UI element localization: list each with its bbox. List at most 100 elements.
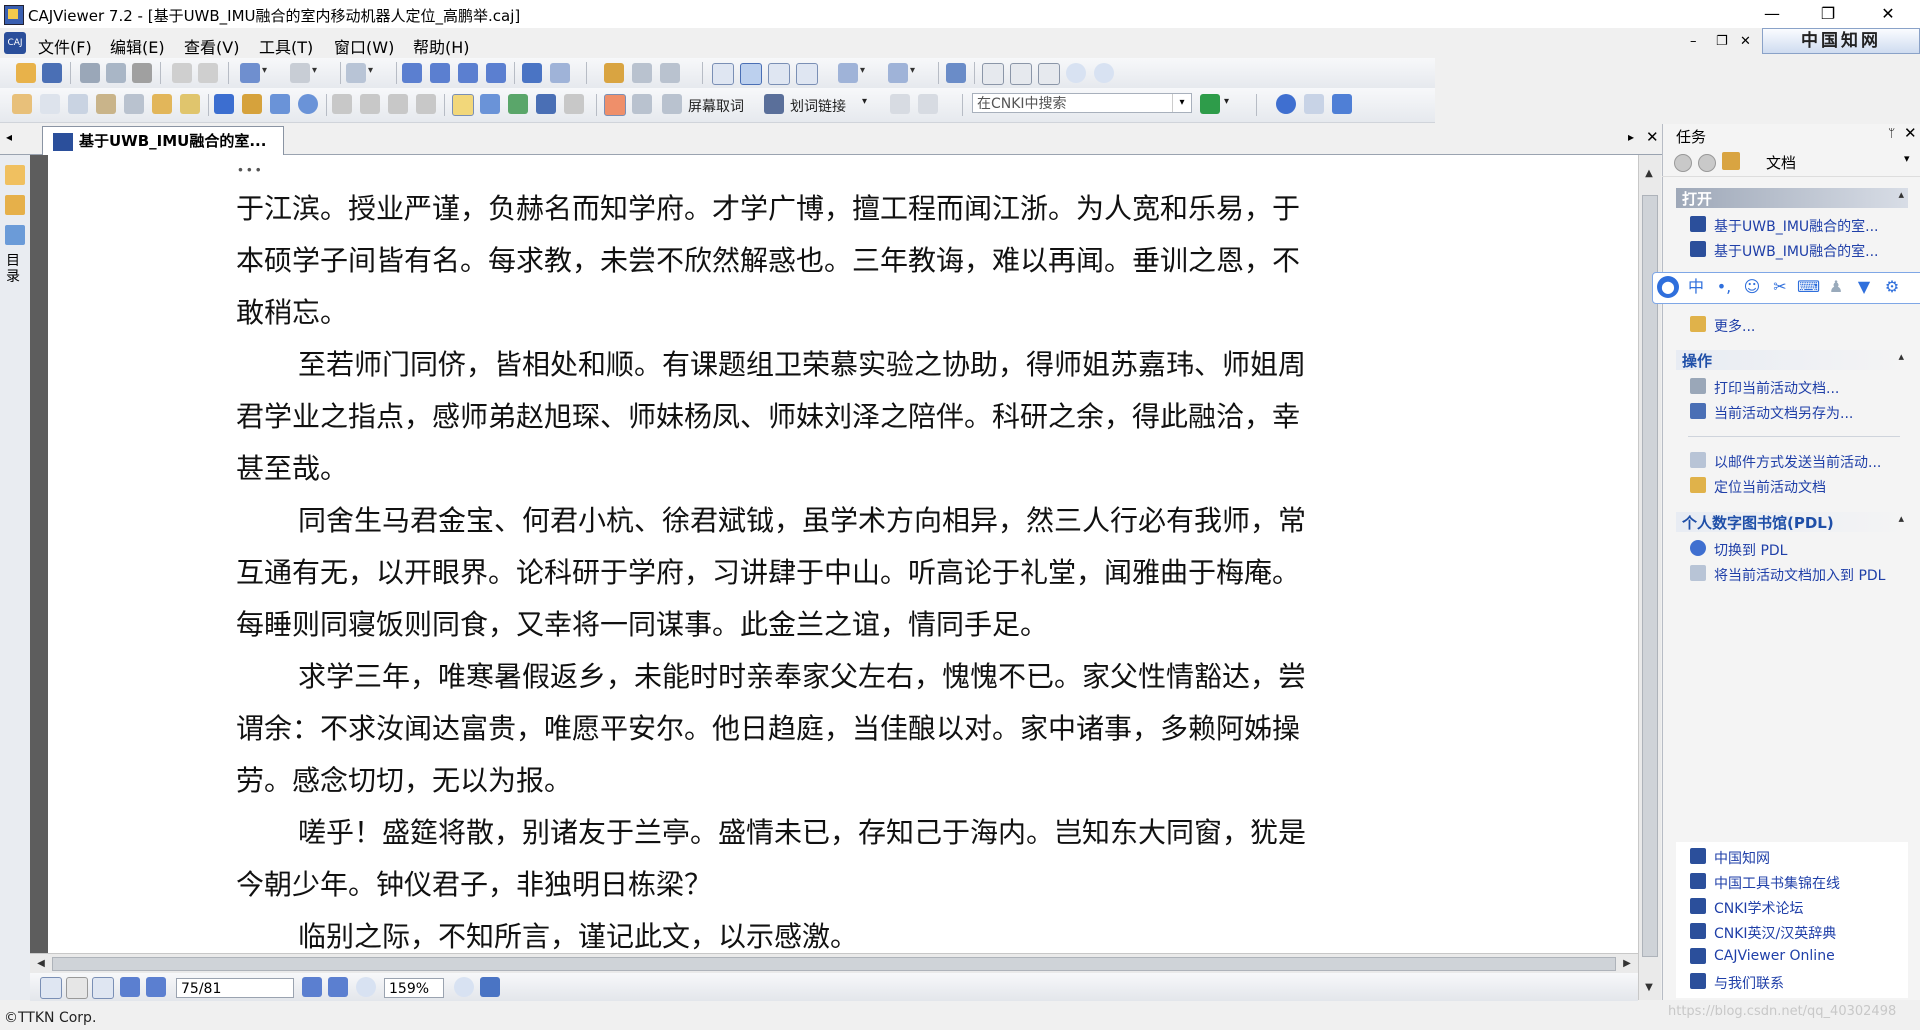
task-pane-close-button[interactable]: ✕ [1904, 124, 1917, 142]
rotate-icon[interactable] [838, 63, 865, 83]
copy-icon[interactable] [172, 63, 192, 83]
scroll-down-icon[interactable]: ▼ [1640, 979, 1658, 997]
cajviewer-online-link[interactable]: CAJViewer Online [1714, 948, 1835, 964]
sound-tool-icon[interactable] [416, 94, 436, 114]
annotation-panel-icon[interactable] [5, 165, 25, 185]
search-go-icon[interactable] [1200, 94, 1220, 114]
info-icon[interactable] [1332, 94, 1352, 114]
menu-help[interactable]: 帮助(H) [413, 34, 470, 58]
word-link-label[interactable]: 划词链接 [790, 96, 846, 116]
print-document-link[interactable]: 打印当前活动文档... [1714, 378, 1839, 398]
outline-tab[interactable]: 目录 [6, 253, 20, 285]
last-page-icon[interactable] [486, 63, 506, 83]
continuous-facing-icon[interactable] [796, 63, 818, 85]
nav-first-page-icon[interactable] [120, 977, 140, 997]
section-ops-header[interactable]: 操作 ▴ [1676, 350, 1908, 370]
text-select-icon[interactable] [68, 94, 88, 114]
highlight-tool-icon[interactable] [152, 94, 172, 114]
ocr-icon[interactable] [124, 94, 144, 114]
save-icon[interactable] [42, 63, 62, 83]
link-icon[interactable] [632, 94, 652, 114]
nav-next-page-icon[interactable] [302, 977, 322, 997]
back-icon[interactable] [522, 63, 542, 83]
task-nav-dropdown-icon[interactable]: ▾ [1904, 152, 1910, 165]
annotation-icon[interactable] [564, 94, 584, 114]
mdi-minimize-button[interactable]: – [1690, 34, 1697, 49]
actual-size-icon[interactable] [982, 63, 1004, 85]
cnki-link[interactable]: 中国知网 [1714, 848, 1770, 868]
continuous-page-icon[interactable] [740, 63, 762, 85]
vertical-scroll-thumb[interactable] [1642, 195, 1658, 957]
image-select-icon[interactable] [96, 94, 116, 114]
text-highlight-icon[interactable] [452, 94, 474, 116]
export-icon[interactable] [346, 63, 373, 83]
horizontal-scrollbar[interactable]: ◀ ▶ [30, 953, 1638, 974]
task-back-icon[interactable] [1674, 154, 1692, 172]
bookmark-icon[interactable] [536, 94, 556, 114]
ellipse-tool-icon[interactable] [298, 94, 318, 114]
search-dropdown-icon[interactable]: ▾ [1172, 94, 1191, 112]
view-continuous-icon[interactable] [66, 977, 88, 999]
restore-button[interactable]: ❐ [1800, 0, 1856, 28]
word-link-dropdown-icon[interactable]: ▾ [862, 96, 867, 107]
redo-icon[interactable] [290, 63, 317, 83]
menu-tools[interactable]: 工具(T) [259, 34, 313, 58]
close-button[interactable]: ✕ [1860, 0, 1916, 28]
open-icon[interactable] [16, 63, 36, 83]
mdi-restore-button[interactable]: ❐ [1716, 34, 1728, 49]
first-page-icon[interactable] [402, 63, 422, 83]
email-document-link[interactable]: 以邮件方式发送当前活动... [1714, 452, 1881, 472]
word-capture-icon[interactable] [604, 94, 626, 116]
pen-panel-icon[interactable] [5, 195, 25, 215]
ime-punctuation-icon[interactable]: •, [1713, 276, 1735, 298]
help-icon[interactable] [1276, 94, 1296, 114]
save-as-link[interactable]: 当前活动文档另存为... [1714, 403, 1853, 423]
minimize-button[interactable]: — [1744, 0, 1800, 28]
more-files-link[interactable]: 更多... [1714, 316, 1755, 336]
menu-view[interactable]: 查看(V) [184, 34, 239, 58]
add-to-pdl-link[interactable]: 将当前活动文档加入到 PDL [1714, 565, 1885, 585]
ime-skin-icon[interactable]: ▼ [1853, 276, 1875, 298]
ime-settings-icon[interactable]: ⚙ [1881, 276, 1903, 298]
collapse-icon[interactable]: ▴ [1898, 188, 1904, 201]
line-tool-icon[interactable] [214, 94, 234, 114]
word-link-icon[interactable] [764, 94, 784, 114]
task-forward-icon[interactable] [1698, 154, 1716, 172]
next-link-icon[interactable] [918, 94, 938, 114]
tab-scroll-right-icon[interactable]: ▸ [1628, 130, 1634, 144]
page-setup-icon[interactable] [132, 63, 152, 83]
tab-document[interactable]: 基于UWB_IMU融合的室... [42, 126, 284, 155]
print-icon[interactable] [80, 63, 100, 83]
pin-icon[interactable]: ᛘ [1888, 126, 1895, 140]
zoom-input[interactable]: 159% [384, 978, 444, 998]
ime-keyboard-icon[interactable]: ⌨ [1797, 276, 1820, 298]
search-go-dropdown-icon[interactable]: ▾ [1224, 96, 1229, 107]
about-icon[interactable] [1304, 94, 1324, 114]
find-icon[interactable] [604, 63, 624, 83]
prev-page-icon[interactable] [430, 63, 450, 83]
gear-tool-icon[interactable] [388, 94, 408, 114]
find-prev-icon[interactable] [632, 63, 652, 83]
undo-icon[interactable] [240, 63, 267, 83]
fit-page-icon[interactable] [1010, 63, 1032, 85]
zoom-out-icon[interactable] [1066, 63, 1086, 83]
nav-prev-page-icon[interactable] [146, 977, 166, 997]
hand-tool-icon[interactable] [12, 94, 32, 114]
scroll-left-icon[interactable]: ◀ [32, 955, 50, 973]
screen-capture-icon[interactable] [662, 94, 682, 114]
close-tab-icon[interactable]: ✕ [1646, 128, 1659, 146]
nav-zoom-out-icon[interactable] [356, 977, 376, 997]
forum-link[interactable]: CNKI学术论坛 [1714, 898, 1804, 918]
home-icon[interactable] [1722, 152, 1740, 170]
scroll-right-icon[interactable]: ▶ [1618, 955, 1636, 973]
prev-link-icon[interactable] [890, 94, 910, 114]
locate-document-link[interactable]: 定位当前活动文档 [1714, 477, 1826, 497]
layout-icon[interactable] [888, 63, 915, 83]
ime-account-icon[interactable]: ♟ [1825, 276, 1847, 298]
full-screen-icon[interactable] [946, 63, 966, 83]
contact-us-link[interactable]: 与我们联系 [1714, 973, 1784, 993]
zoom-in-icon[interactable] [1094, 63, 1114, 83]
cnki-search-input[interactable]: 在CNKI中搜索 [972, 93, 1192, 113]
note-tool-icon[interactable] [180, 94, 200, 114]
thumbnail-panel-icon[interactable] [5, 225, 25, 245]
